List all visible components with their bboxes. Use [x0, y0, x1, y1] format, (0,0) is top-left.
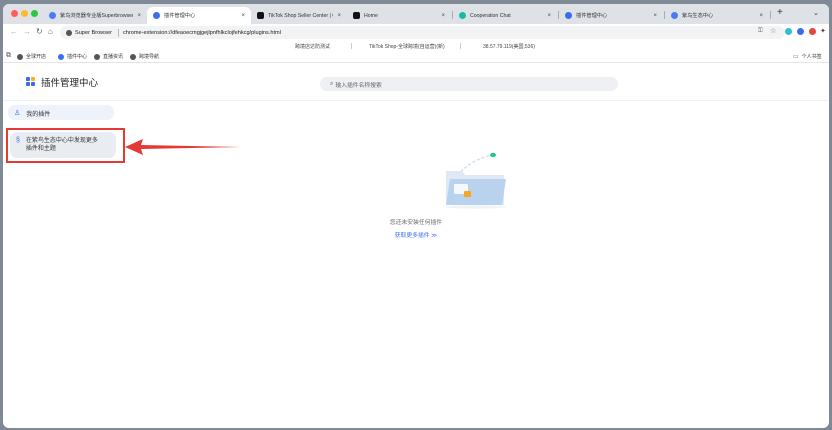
personal-bookmarks-folder[interactable]: ▭ 个人书签 [793, 53, 822, 60]
env-label: 跨境店达防测试 [295, 44, 331, 50]
annotation-arrow [125, 139, 241, 155]
tab-title: TikTok Shop Seller Center | Glo [268, 12, 334, 19]
bookmark-item[interactable]: 直播资讯 [94, 53, 123, 60]
bookmark-live-icon [94, 53, 100, 60]
tab-title: 插件管理中心 [576, 13, 608, 19]
superbrowser-icon [49, 12, 56, 19]
close-window-dot[interactable] [11, 10, 18, 17]
superbrowser-logo-icon [66, 29, 72, 36]
home-icon[interactable]: ⌂ [48, 27, 53, 36]
bookmark-star-icon[interactable]: ☆ [770, 27, 776, 35]
close-tab-icon[interactable]: × [137, 13, 141, 19]
shop-label: TikTok Shop-全球跨境(自运营)(新) [369, 44, 445, 50]
tab-home[interactable]: Home × [347, 7, 451, 24]
browser-name: Super Browser [75, 29, 112, 36]
tab-search-chevron-icon[interactable]: ⌄ [813, 9, 819, 17]
address-bar[interactable]: Super Browser chrome-extension://dfeaoec… [60, 26, 785, 39]
tab-title: 紫鸟浏览器专业版Superbrowser [60, 13, 134, 19]
info-divider [351, 43, 352, 49]
tab-plugin-center-2[interactable]: 插件管理中心 × [559, 7, 663, 24]
back-arrow-icon[interactable]: ← [10, 27, 18, 36]
tab-title: Cooperation Chat [470, 12, 511, 19]
tiktok-icon [257, 12, 264, 19]
empty-folder-illustration [446, 152, 506, 209]
bookmark-item[interactable]: 插件中心 [58, 53, 87, 60]
plugin-search-input[interactable]: ⌕ 输入插件名称搜索 [320, 77, 618, 91]
tab-plugin-center[interactable]: 插件管理中心 × [147, 7, 251, 24]
sidebar-item-label: 我的插件 [26, 112, 51, 118]
search-icon: ⌕ [330, 80, 334, 87]
search-placeholder: 输入插件名称搜索 [335, 82, 382, 89]
bookmark-label: 插件中心 [67, 54, 88, 60]
plugin-center-logo-icon [26, 77, 35, 86]
tab-strip: 紫鸟浏览器专业版Superbrowser × 插件管理中心 × TikTok S… [3, 4, 829, 24]
browser-window: 紫鸟浏览器专业版Superbrowser × 插件管理中心 × TikTok S… [3, 4, 829, 428]
info-divider [460, 43, 461, 49]
tab-title: 插件管理中心 [164, 13, 196, 19]
bookmark-item[interactable]: 跨境导航 [130, 53, 159, 60]
bookmark-label: 个人书签 [801, 54, 822, 60]
tab-separator [770, 11, 771, 19]
browser-chip: Super Browser [66, 29, 112, 36]
folder-icon: ▭ [793, 54, 799, 60]
new-tab-button[interactable]: + [777, 7, 783, 18]
close-tab-icon[interactable]: × [547, 13, 551, 19]
sidebar-item-my-plugins[interactable]: ♙ 我的插件 [8, 105, 114, 120]
chat-icon [459, 12, 466, 19]
tab-cooperation-chat[interactable]: Cooperation Chat × [453, 7, 557, 24]
extension-blue-icon[interactable] [797, 28, 804, 35]
close-tab-icon[interactable]: × [241, 13, 245, 19]
environment-info-strip: 跨境店达防测试 TikTok Shop-全球跨境(自运营)(新) 38.57.7… [3, 41, 829, 51]
page-title: 插件管理中心 [41, 78, 99, 89]
ecosystem-icon [671, 12, 678, 19]
bookmark-globe-icon [17, 53, 23, 60]
tab-ecosystem-center[interactable]: 紫鸟生态中心 × [665, 7, 769, 24]
bookmark-label: 直播资讯 [103, 54, 124, 60]
user-icon: ♙ [14, 110, 21, 117]
password-key-icon[interactable]: ⚿ [758, 28, 763, 35]
tiktok-icon [353, 12, 360, 19]
extension-red-icon[interactable] [809, 28, 816, 35]
tab-superbrowser[interactable]: 紫鸟浏览器专业版Superbrowser × [43, 7, 147, 24]
app-header: 插件管理中心 ⌕ 输入插件名称搜索 [3, 63, 829, 101]
bookmark-nav-icon [130, 53, 136, 60]
bookmark-label: 全球开店 [26, 54, 47, 60]
url-text: chrome-extension://dfeaoecmgjgejlpnfhlkc… [123, 29, 281, 36]
bookmark-plugin-icon [58, 53, 64, 60]
get-more-plugins-link[interactable]: 获取更多插件 ≫ [3, 230, 829, 239]
tab-title: Home [364, 12, 378, 19]
bookmark-label: 跨境导航 [139, 54, 160, 60]
annotation-highlight-box [6, 128, 125, 163]
reload-icon[interactable]: ↻ [36, 27, 43, 36]
tab-tiktok-seller[interactable]: TikTok Shop Seller Center | Glo × [251, 7, 347, 24]
empty-state-message: 您还未安装任何插件 [389, 220, 443, 226]
minimize-window-dot[interactable] [21, 10, 28, 17]
plugin-center-icon [565, 12, 572, 19]
bookmark-item[interactable]: 全球开店 [17, 53, 46, 60]
browser-toolbar: ← → ↻ ⌂ Super Browser chrome-extension:/… [3, 24, 829, 41]
plugin-center-icon [153, 12, 160, 19]
bookmarks-bar: ⧉ 全球开店 插件中心 直播资讯 跨境导航 ▭ 个人书签 [3, 51, 829, 63]
ip-label: 38.57.79.119(美国,536) [483, 44, 535, 50]
extensions-puzzle-icon[interactable]: ✦ [820, 27, 826, 35]
tab-title: 紫鸟生态中心 [682, 13, 714, 19]
address-divider [118, 28, 119, 37]
apps-grid-icon[interactable]: ⧉ [6, 52, 11, 60]
close-tab-icon[interactable]: × [441, 13, 445, 19]
extension-teal-icon[interactable] [785, 28, 792, 35]
close-tab-icon[interactable]: × [759, 13, 763, 19]
forward-arrow-icon[interactable]: → [23, 27, 31, 36]
maximize-window-dot[interactable] [31, 10, 38, 17]
close-tab-icon[interactable]: × [653, 13, 657, 19]
close-tab-icon[interactable]: × [337, 13, 341, 19]
